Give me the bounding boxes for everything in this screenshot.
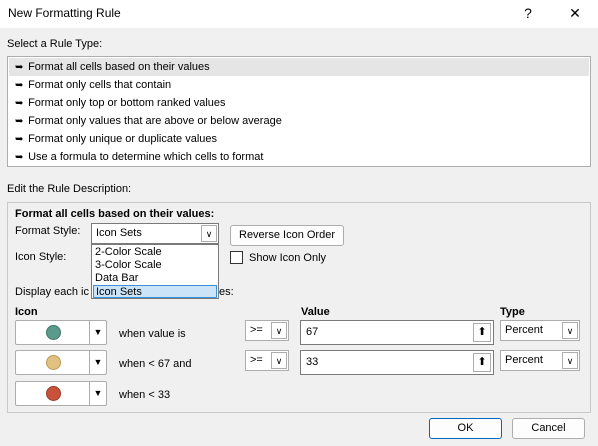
- value-input-1[interactable]: 67 ⬆: [300, 320, 494, 345]
- chevron-down-icon[interactable]: ∨: [271, 352, 287, 369]
- range-select-icon[interactable]: ⬆: [473, 323, 491, 342]
- rule-type-item[interactable]: ➥ Format only values that are above or b…: [9, 112, 589, 130]
- display-each-suffix: es:: [219, 286, 234, 298]
- cancel-button[interactable]: Cancel: [512, 418, 585, 439]
- description-heading: Format all cells based on their values:: [15, 208, 215, 220]
- chevron-down-icon[interactable]: ▼: [89, 321, 106, 344]
- range-select-icon[interactable]: ⬆: [473, 353, 491, 372]
- icon-style-label: Icon Style:: [15, 251, 67, 263]
- operator-select-2[interactable]: >= ∨: [245, 350, 289, 371]
- rule-type-item-label: Format only values that are above or bel…: [28, 115, 282, 127]
- icon-picker-2[interactable]: ▼: [15, 350, 107, 375]
- chevron-down-icon[interactable]: ∨: [562, 352, 578, 369]
- format-style-option[interactable]: 3-Color Scale: [93, 259, 217, 272]
- show-icon-only-label: Show Icon Only: [249, 252, 327, 264]
- show-icon-only-checkbox[interactable]: [230, 251, 243, 264]
- arrow-icon: ➥: [15, 98, 24, 109]
- yellow-circle-icon: [46, 355, 61, 370]
- chevron-down-icon[interactable]: ▼: [89, 351, 106, 374]
- rule-type-label: Select a Rule Type:: [7, 38, 103, 50]
- rule-type-item-label: Format all cells based on their values: [28, 61, 210, 73]
- icon-picker-3[interactable]: ▼: [15, 381, 107, 406]
- icon-picker-1[interactable]: ▼: [15, 320, 107, 345]
- condition-text-2: when < 67 and: [119, 358, 192, 370]
- rule-type-item-label: Format only top or bottom ranked values: [28, 97, 226, 109]
- format-style-dropdown[interactable]: 2-Color Scale 3-Color Scale Data Bar Ico…: [91, 244, 219, 299]
- operator-value-1: >=: [250, 324, 263, 336]
- red-circle-icon: [46, 386, 61, 401]
- format-style-label: Format Style:: [15, 225, 81, 237]
- value-text-1: 67: [306, 326, 319, 338]
- format-style-option-selected[interactable]: Icon Sets: [93, 285, 217, 298]
- format-style-option[interactable]: 2-Color Scale: [93, 246, 217, 259]
- format-style-value: Icon Sets: [96, 227, 142, 239]
- arrow-icon: ➥: [15, 116, 24, 127]
- rule-type-item-label: Format only cells that contain: [28, 79, 172, 91]
- help-button[interactable]: ?: [514, 2, 542, 24]
- icon-column-header: Icon: [15, 306, 38, 318]
- arrow-icon: ➥: [15, 80, 24, 91]
- chevron-down-icon[interactable]: ∨: [201, 225, 217, 242]
- reverse-icon-order-button[interactable]: Reverse Icon Order: [230, 225, 344, 246]
- arrow-icon: ➥: [15, 62, 24, 73]
- rule-type-item-label: Use a formula to determine which cells t…: [28, 151, 264, 163]
- arrow-icon: ➥: [15, 134, 24, 145]
- operator-value-2: >=: [250, 354, 263, 366]
- chevron-down-icon[interactable]: ∨: [562, 322, 578, 339]
- condition-text-3: when < 33: [119, 389, 171, 401]
- rule-type-item[interactable]: ➥ Format all cells based on their values: [9, 58, 589, 76]
- chevron-down-icon[interactable]: ▼: [89, 382, 106, 405]
- operator-select-1[interactable]: >= ∨: [245, 320, 289, 341]
- type-select-1[interactable]: Percent ∨: [500, 320, 580, 341]
- chevron-down-icon[interactable]: ∨: [271, 322, 287, 339]
- condition-text-1: when value is: [119, 328, 186, 340]
- type-value-1: Percent: [505, 324, 543, 336]
- format-style-option[interactable]: Data Bar: [93, 272, 217, 285]
- dialog-title: New Formatting Rule: [8, 6, 121, 20]
- ok-button[interactable]: OK: [429, 418, 502, 439]
- rule-type-item[interactable]: ➥ Use a formula to determine which cells…: [9, 148, 589, 166]
- value-text-2: 33: [306, 356, 319, 368]
- rule-type-item-label: Format only unique or duplicate values: [28, 133, 218, 145]
- type-value-2: Percent: [505, 354, 543, 366]
- rule-type-item[interactable]: ➥ Format only top or bottom ranked value…: [9, 94, 589, 112]
- rule-type-item[interactable]: ➥ Format only unique or duplicate values: [9, 130, 589, 148]
- rule-description-label: Edit the Rule Description:: [7, 183, 132, 195]
- rule-type-list[interactable]: ➥ Format all cells based on their values…: [7, 56, 591, 167]
- value-input-2[interactable]: 33 ⬆: [300, 350, 494, 375]
- type-column-header: Type: [500, 306, 525, 318]
- rule-type-item[interactable]: ➥ Format only cells that contain: [9, 76, 589, 94]
- arrow-icon: ➥: [15, 152, 24, 163]
- type-select-2[interactable]: Percent ∨: [500, 350, 580, 371]
- close-button[interactable]: ✕: [561, 2, 589, 24]
- format-style-select[interactable]: Icon Sets ∨: [91, 223, 219, 244]
- value-column-header: Value: [301, 306, 330, 318]
- green-circle-icon: [46, 325, 61, 340]
- display-each-label: Display each ic: [15, 286, 89, 298]
